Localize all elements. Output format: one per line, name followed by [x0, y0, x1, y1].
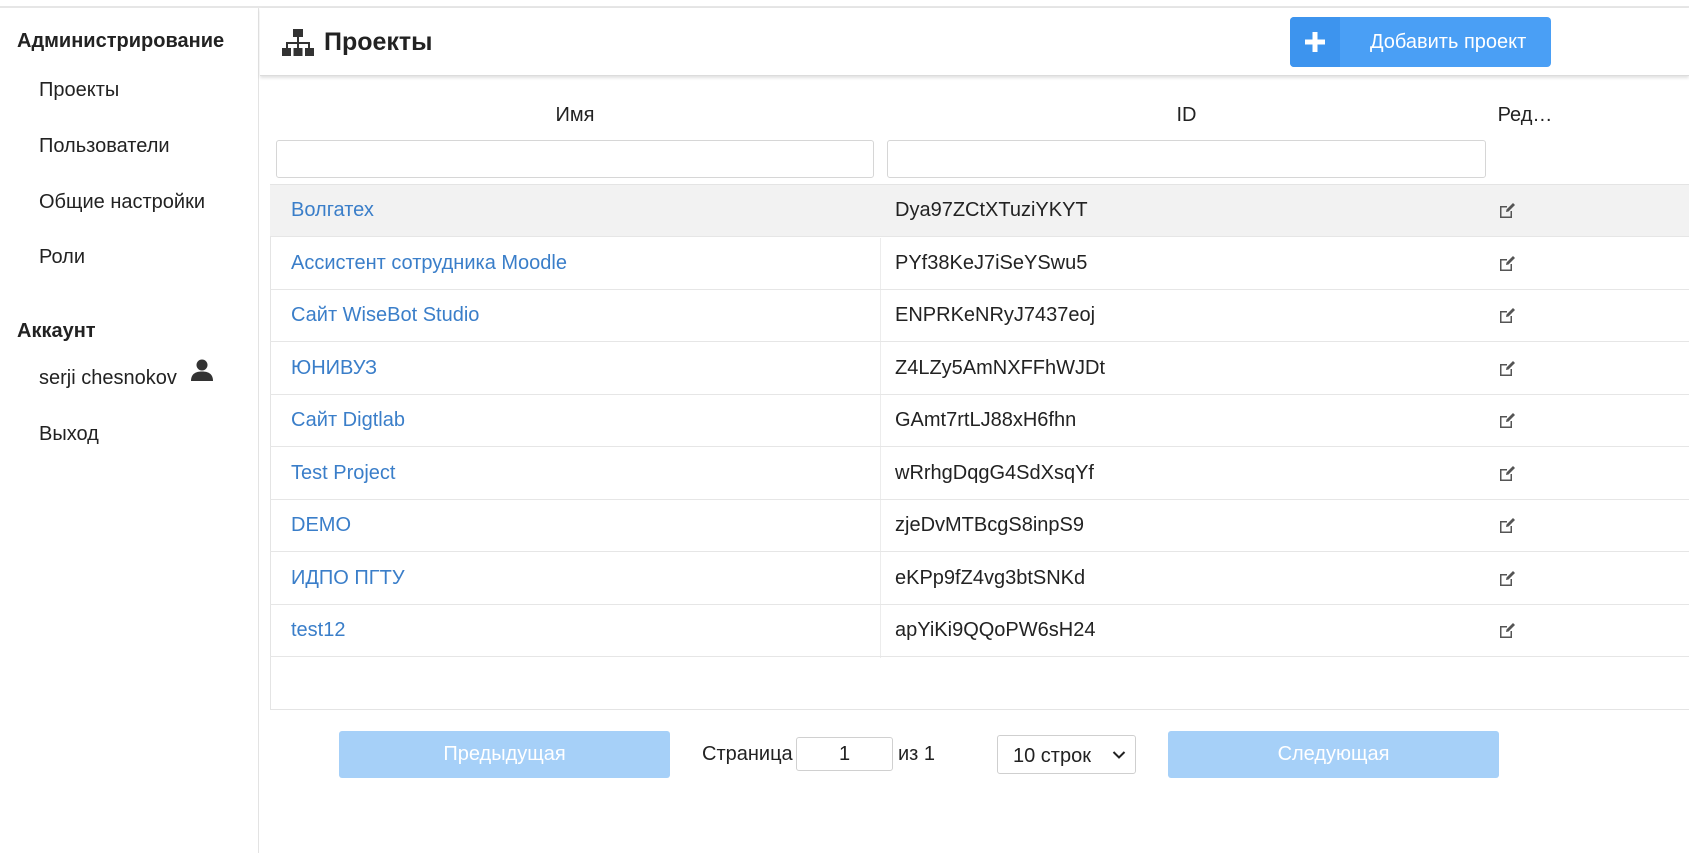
- next-page-button[interactable]: Следующая: [1168, 731, 1499, 778]
- edit-icon[interactable]: [1498, 307, 1516, 325]
- table-row[interactable]: ИДПО ПГТУ eKPp9fZ4vg3btSNKd: [270, 553, 1689, 605]
- project-id: ENPRKeNRyJ7437eoj: [895, 304, 1096, 326]
- table-row[interactable]: Волгатех Dya97ZCtXTuziYKYT: [270, 185, 1689, 237]
- name-filter-input[interactable]: [276, 140, 874, 178]
- project-name-link[interactable]: Test Project: [291, 462, 395, 485]
- project-name-link[interactable]: Сайт Digtlab: [291, 409, 405, 432]
- edit-icon[interactable]: [1498, 517, 1516, 535]
- project-name-link[interactable]: Волгатех: [291, 199, 374, 222]
- section-title-admin: Администрирование: [17, 30, 225, 52]
- project-name-link[interactable]: Ассистент сотрудника Moodle: [291, 252, 567, 275]
- project-name-link[interactable]: ЮНИВУЗ: [291, 357, 377, 380]
- table-row[interactable]: Test Project wRrhgDqgG4SdXsqYf: [270, 448, 1689, 500]
- project-id: zjeDvMTBcgS8inpS9: [895, 514, 1084, 536]
- edit-icon[interactable]: [1498, 465, 1516, 483]
- project-id: Z4LZy5AmNXFFhWJDt: [895, 357, 1106, 379]
- page-number-input[interactable]: 1: [796, 737, 893, 771]
- add-project-label: Добавить проект: [1370, 31, 1527, 53]
- project-name-link[interactable]: test12: [291, 619, 345, 642]
- add-button-icon-area: [1290, 17, 1340, 67]
- table-row[interactable]: Сайт WiseBot Studio ENPRKeNRyJ7437eoj: [270, 290, 1689, 342]
- project-id: GAmt7rtLJ88xH6fhn: [895, 409, 1077, 431]
- edit-icon[interactable]: [1498, 622, 1516, 640]
- project-name-link[interactable]: Сайт WiseBot Studio: [291, 304, 479, 327]
- section-title-account: Аккаунт: [17, 320, 96, 342]
- edit-icon[interactable]: [1498, 202, 1516, 220]
- page-label: Страница: [702, 743, 793, 765]
- column-header-name[interactable]: Имя: [276, 104, 874, 127]
- sidebar-item-users[interactable]: Пользователи: [39, 135, 170, 158]
- sidebar-item-user[interactable]: serji chesnokov: [39, 367, 177, 390]
- page-total-label: из 1: [898, 743, 936, 765]
- rows-per-page-select[interactable]: 10 строк: [997, 735, 1136, 774]
- sidebar-item-roles[interactable]: Роли: [39, 246, 85, 269]
- project-id: eKPp9fZ4vg3btSNKd: [895, 567, 1086, 589]
- project-id: PYf38KeJ7iSeYSwu5: [895, 252, 1088, 274]
- edit-icon[interactable]: [1498, 412, 1516, 430]
- plus-icon: [1305, 32, 1325, 52]
- project-id: wRrhgDqgG4SdXsqYf: [895, 462, 1094, 484]
- table-row[interactable]: Ассистент сотрудника Moodle PYf38KeJ7iSe…: [270, 238, 1689, 290]
- edit-icon[interactable]: [1498, 255, 1516, 273]
- page-header: Проекты Добавить проект: [260, 8, 1689, 76]
- column-header-id[interactable]: ID: [887, 104, 1486, 127]
- table-row[interactable]: Сайт Digtlab GAmt7rtLJ88xH6fhn: [270, 395, 1689, 447]
- sidebar: Администрирование Проекты Пользователи О…: [0, 8, 259, 853]
- edit-icon[interactable]: [1498, 360, 1516, 378]
- user-icon[interactable]: [190, 358, 214, 382]
- id-filter-input[interactable]: [887, 140, 1486, 178]
- project-id: apYiKi9QQoPW6sH24: [895, 619, 1096, 641]
- column-header-edit[interactable]: Ред…: [1490, 104, 1560, 127]
- table-row[interactable]: DEMO zjeDvMTBcgS8inpS9: [270, 500, 1689, 552]
- sidebar-item-logout[interactable]: Выход: [39, 423, 99, 446]
- sidebar-item-general-settings[interactable]: Общие настройки: [39, 191, 205, 214]
- project-name-link[interactable]: DEMO: [291, 514, 351, 537]
- page-title: Проекты: [324, 28, 433, 56]
- sidebar-item-projects[interactable]: Проекты: [39, 79, 119, 102]
- sitemap-icon: [282, 29, 314, 56]
- table-row[interactable]: test12 apYiKi9QQoPW6sH24: [270, 605, 1689, 657]
- rows-per-page-value: 10 строк: [1013, 745, 1091, 767]
- edit-icon[interactable]: [1498, 570, 1516, 588]
- chevron-down-icon: [1112, 751, 1126, 759]
- project-id: Dya97ZCtXTuziYKYT: [895, 199, 1088, 221]
- table-row[interactable]: ЮНИВУЗ Z4LZy5AmNXFFhWJDt: [270, 343, 1689, 395]
- previous-page-button[interactable]: Предыдущая: [339, 731, 670, 778]
- project-name-link[interactable]: ИДПО ПГТУ: [291, 567, 405, 590]
- add-project-button[interactable]: Добавить проект: [1290, 17, 1551, 67]
